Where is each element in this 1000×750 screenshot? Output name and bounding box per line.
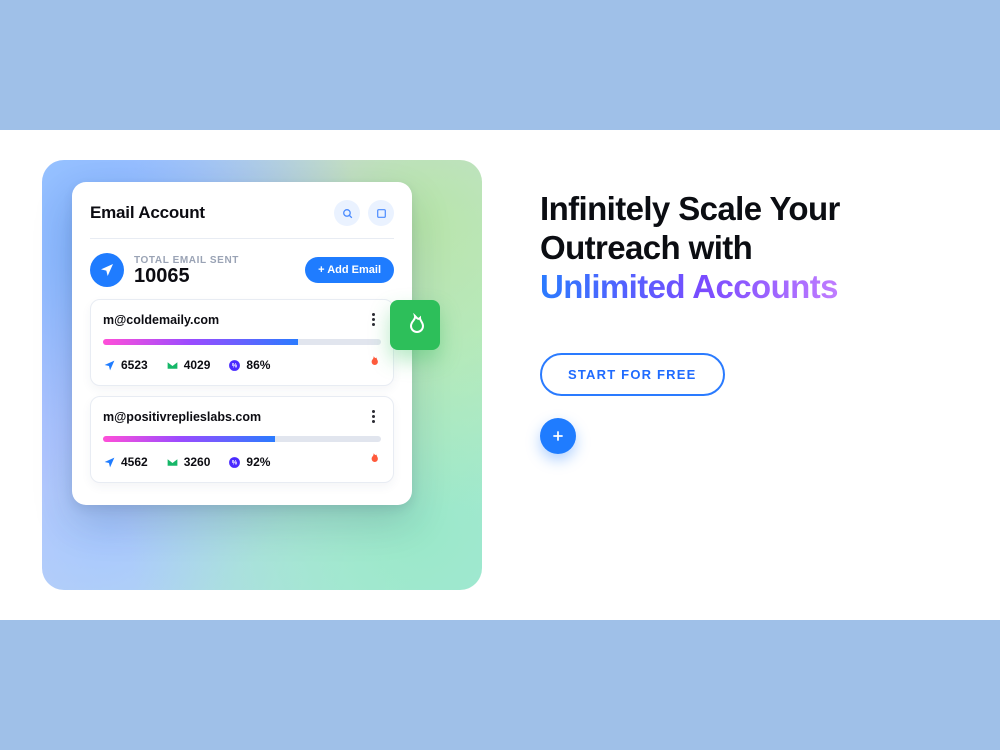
headline-line2: Outreach with (540, 229, 752, 266)
headline-highlight: Unlimited Accounts (540, 268, 838, 305)
summary-row: TOTAL EMAIL SENT 10065 + Add Email (90, 239, 394, 299)
fire-badge (390, 300, 440, 350)
stat-delivered: 4029 (166, 358, 211, 372)
progress-fill (103, 436, 275, 442)
start-free-button[interactable]: START FOR FREE (540, 353, 725, 396)
flame-icon (366, 355, 381, 375)
stat-rate: % 86% (228, 358, 270, 372)
marketing-copy: Infinitely Scale Your Outreach with Unli… (540, 190, 960, 454)
card-title: Email Account (90, 203, 205, 223)
summary-label: TOTAL EMAIL SENT (134, 255, 239, 266)
kebab-icon[interactable] (365, 310, 381, 329)
stat-delivered: 3260 (166, 455, 211, 469)
headline-line1: Infinitely Scale Your (540, 190, 840, 227)
summary-value: 10065 (134, 266, 239, 286)
headline: Infinitely Scale Your Outreach with Unli… (540, 190, 960, 307)
stat-rate: % 92% (228, 455, 270, 469)
search-icon[interactable] (334, 200, 360, 226)
account-row: m@positivreplieslabs.com 4562 3260 % 92% (90, 396, 394, 483)
expand-icon[interactable] (368, 200, 394, 226)
add-email-button[interactable]: + Add Email (305, 257, 394, 283)
stat-sent: 6523 (103, 358, 148, 372)
add-fab[interactable] (540, 418, 576, 454)
kebab-icon[interactable] (365, 407, 381, 426)
progress-bar (103, 339, 381, 345)
card-header: Email Account (90, 200, 394, 239)
svg-text:%: % (232, 363, 238, 369)
account-email: m@positivreplieslabs.com (103, 410, 261, 424)
flame-icon (366, 452, 381, 472)
stat-sent: 4562 (103, 455, 148, 469)
account-email: m@coldemaily.com (103, 313, 219, 327)
email-account-card: Email Account TOTAL EMAIL SENT 10065 (72, 182, 412, 505)
svg-text:%: % (232, 460, 238, 466)
account-row: m@coldemaily.com 6523 4029 % 86% (90, 299, 394, 386)
send-icon (90, 253, 124, 287)
progress-bar (103, 436, 381, 442)
progress-fill (103, 339, 298, 345)
